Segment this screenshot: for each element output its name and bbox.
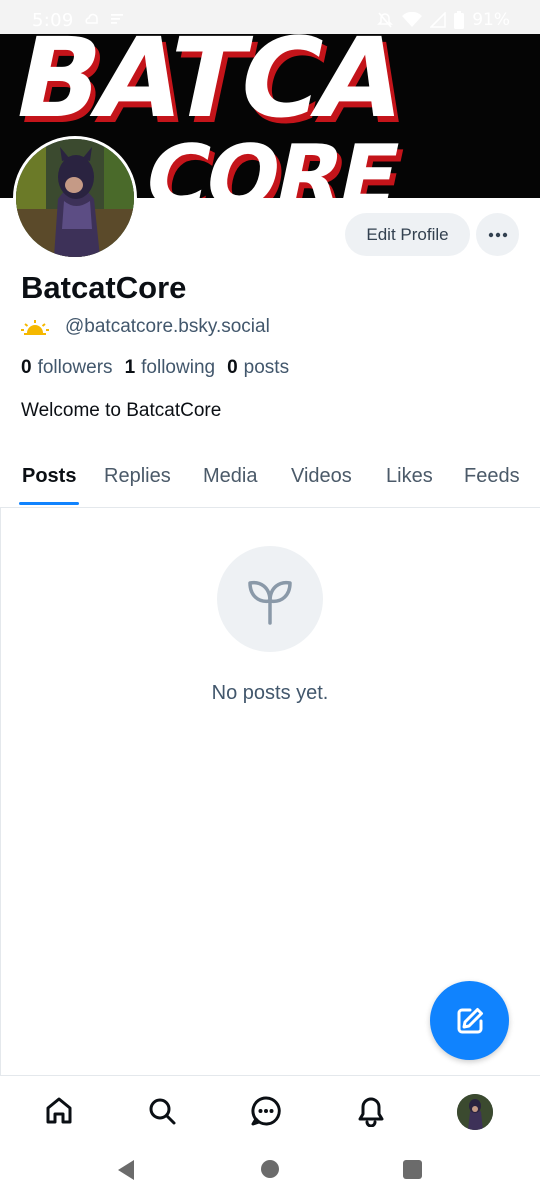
notes-icon <box>111 14 123 24</box>
handle: @batcatcore.bsky.social <box>65 316 270 337</box>
empty-state-icon-container <box>217 546 323 652</box>
tab-feeds[interactable]: Feeds <box>464 465 520 488</box>
avatar-thumbnail <box>457 1094 493 1130</box>
bell-icon <box>358 1097 384 1127</box>
profile-tabs: Posts Replies Media Videos Likes Feeds <box>0 452 540 508</box>
followers-link[interactable]: 0 followers <box>21 357 113 379</box>
nav-chat[interactable] <box>248 1093 284 1129</box>
bell-off-icon <box>377 12 394 28</box>
status-bar: 5:09 91% <box>0 0 540 40</box>
back-icon[interactable] <box>116 1159 136 1181</box>
recents-button[interactable] <box>403 1160 422 1179</box>
banner-subtitle: CORE <box>136 126 407 198</box>
nav-profile-avatar[interactable] <box>457 1094 493 1130</box>
profile-avatar[interactable] <box>13 136 137 260</box>
search-icon <box>149 1098 176 1125</box>
sunrise-icon <box>21 320 49 335</box>
seedling-icon <box>248 580 292 625</box>
home-icon <box>46 1097 72 1124</box>
wifi-icon <box>402 12 423 27</box>
nav-notifications[interactable] <box>353 1093 389 1129</box>
avatar-image <box>16 139 134 257</box>
bottom-navigation <box>0 1075 540 1145</box>
more-options-button[interactable] <box>476 213 519 256</box>
profile-bio: Welcome to BatcatCore <box>21 400 222 421</box>
battery-percent: 91% <box>472 10 510 30</box>
battery-icon <box>454 11 465 29</box>
compose-icon <box>457 1007 483 1033</box>
nav-search[interactable] <box>144 1093 180 1129</box>
empty-state-message: No posts yet. <box>211 682 329 704</box>
tab-videos[interactable]: Videos <box>291 465 352 488</box>
content-divider <box>0 508 1 1075</box>
tab-replies[interactable]: Replies <box>104 465 171 488</box>
posts-count: 0 posts <box>227 357 290 378</box>
tab-media[interactable]: Media <box>203 465 257 488</box>
compose-post-button[interactable] <box>430 981 509 1060</box>
following-link[interactable]: 1 following <box>125 357 216 379</box>
status-time: 5:09 <box>32 10 74 31</box>
edit-profile-button[interactable]: Edit Profile <box>345 213 470 256</box>
nav-home[interactable] <box>41 1093 77 1129</box>
ellipsis-icon <box>488 232 507 237</box>
profile-stats: 0 followers 1 following 0 posts <box>21 357 289 379</box>
cell-signal-icon <box>430 12 447 28</box>
home-button[interactable] <box>261 1160 279 1178</box>
chat-icon <box>251 1096 281 1126</box>
cloud-sync-icon <box>85 13 98 24</box>
active-tab-indicator <box>19 502 79 505</box>
tab-posts[interactable]: Posts <box>22 465 76 488</box>
display-name: BatcatCore <box>21 270 187 305</box>
tab-likes[interactable]: Likes <box>386 465 433 488</box>
system-navigation-bar <box>0 1145 540 1200</box>
